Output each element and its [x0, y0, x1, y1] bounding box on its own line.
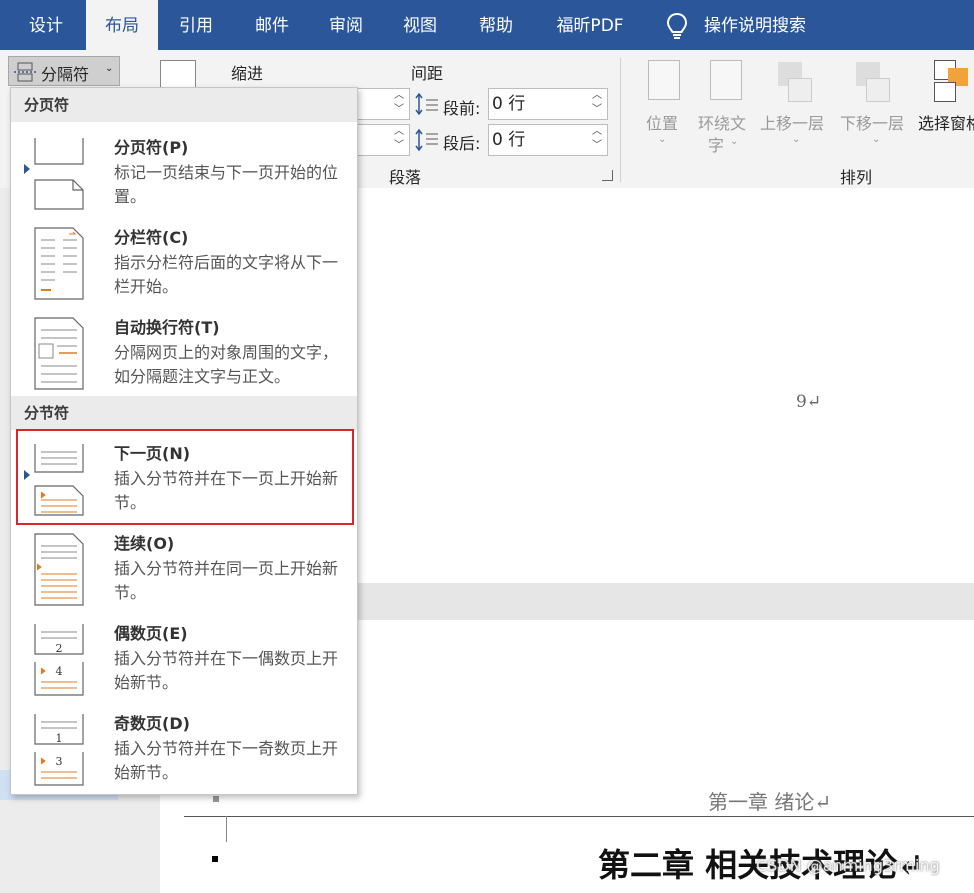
indent-right-input[interactable]: ︿ ﹀	[356, 124, 410, 156]
spacing-after-icon	[414, 128, 440, 152]
breaks-button[interactable]: 分隔符 ⌄	[8, 56, 120, 86]
breaks-button-label: 分隔符	[41, 65, 90, 84]
paragraph-dialog-launcher-icon[interactable]	[602, 170, 613, 181]
menu-item-desc: 分隔网页上的对象周围的文字，如分隔题注文字与正文。	[114, 343, 339, 386]
bring-forward-button[interactable]: 上移一层 ⌄	[760, 58, 836, 158]
menu-item-desc: 插入分节符并在下一页上开始新节。	[114, 469, 339, 512]
bring-forward-label: 上移一层	[760, 114, 825, 133]
position-label: 位置	[646, 114, 679, 133]
tab-mailings[interactable]: 邮件	[240, 0, 304, 50]
tab-help[interactable]: 帮助	[464, 0, 528, 50]
spacing-before-label: 段前:	[443, 99, 481, 118]
send-backward-icon-back	[866, 78, 890, 102]
paragraph-mark	[212, 856, 218, 862]
svg-text:3: 3	[56, 755, 63, 768]
menu-item-title: 偶数页(E)	[114, 624, 188, 643]
ribbon-tab-bar: 设计 布局 引用 邮件 审阅 视图 帮助 福昕PDF 操作说明搜索	[0, 0, 974, 50]
menu-item-desc: 插入分节符并在下一奇数页上开始新节。	[114, 739, 339, 782]
menu-item-next-page[interactable]: 下一页(N) 插入分节符并在下一页上开始新节。	[11, 434, 357, 524]
page-breaks-header: 分页符	[11, 88, 357, 122]
group-divider	[620, 58, 621, 182]
menu-item-title: 自动换行符(T)	[114, 318, 220, 337]
next-page-section-icon	[34, 444, 84, 516]
tab-design[interactable]: 设计	[14, 0, 78, 50]
text-wrapping-break-icon	[34, 317, 84, 390]
menu-item-title: 奇数页(D)	[114, 714, 190, 733]
menu-item-desc: 标记一页结束与下一页开始的位置。	[114, 163, 339, 206]
page-break-icon	[34, 138, 84, 210]
continuous-section-icon	[34, 533, 84, 606]
menu-item-desc: 指示分栏符后面的文字将从下一栏开始。	[114, 253, 339, 296]
page-break-icon	[14, 62, 36, 82]
menu-item-title: 连续(O)	[114, 534, 175, 553]
wrap-text-button[interactable]: 环绕文 字 ⌄	[696, 58, 756, 158]
chevron-down-icon: ⌄	[872, 134, 881, 145]
chevron-down-icon: ⌄	[730, 136, 739, 147]
anchor-mark	[213, 796, 219, 802]
bring-forward-icon-back	[788, 78, 812, 102]
menu-item-desc: 插入分节符并在同一页上开始新节。	[114, 559, 339, 602]
svg-text:4: 4	[56, 665, 63, 678]
menu-item-column-break[interactable]: 分栏符(C) 指示分栏符后面的文字将从下一栏开始。	[11, 218, 357, 308]
breaks-dropdown-menu: 分页符 分页符(P) 标记一页结束与下一页开始的位置。 分栏符(C) 指示分栏符…	[10, 87, 358, 795]
tab-references[interactable]: 引用	[164, 0, 228, 50]
wrap-text-label-2: 字	[708, 136, 725, 155]
send-backward-button[interactable]: 下移一层 ⌄	[838, 58, 914, 158]
menu-item-continuous[interactable]: 连续(O) 插入分节符并在同一页上开始新节。	[11, 524, 357, 614]
section-breaks-header: 分节符	[11, 396, 357, 430]
tell-me-search[interactable]: 操作说明搜索	[704, 0, 806, 50]
spacing-label: 间距	[411, 64, 444, 83]
odd-page-section-icon: 1 3	[34, 714, 84, 786]
menu-item-page-break[interactable]: 分页符(P) 标记一页结束与下一页开始的位置。	[11, 128, 357, 218]
spacing-after-label: 段后:	[443, 134, 481, 153]
tab-review[interactable]: 审阅	[314, 0, 378, 50]
send-backward-label: 下移一层	[840, 114, 905, 133]
tab-foxit-pdf[interactable]: 福昕PDF	[542, 0, 638, 50]
menu-item-title: 分栏符(C)	[114, 228, 189, 247]
wrap-text-icon	[710, 60, 742, 100]
spacing-before-input[interactable]: 0 行 ︿ ﹀	[488, 88, 608, 120]
menu-item-even-page[interactable]: 2 4 偶数页(E) 插入分节符并在下一偶数页上开始新节。	[11, 614, 357, 704]
header-divider	[184, 816, 974, 817]
menu-item-desc: 插入分节符并在下一偶数页上开始新节。	[114, 649, 339, 692]
column-break-icon	[34, 227, 84, 300]
tab-layout[interactable]: 布局	[86, 0, 158, 50]
selection-pane-label: 选择窗格	[918, 114, 974, 133]
tab-view[interactable]: 视图	[388, 0, 452, 50]
spacing-after-input[interactable]: 0 行 ︿ ﹀	[488, 124, 608, 156]
svg-text:2: 2	[56, 642, 63, 655]
menu-item-title: 下一页(N)	[114, 444, 191, 463]
spacing-before-icon	[414, 92, 440, 116]
header-text: 第一章 绪论↵	[708, 790, 832, 814]
menu-item-text-wrapping-break[interactable]: 自动换行符(T) 分隔网页上的对象周围的文字，如分隔题注文字与正文。	[11, 308, 357, 398]
chevron-down-icon: ⌄	[105, 63, 114, 74]
wrap-text-label: 环绕文	[698, 114, 747, 133]
spacing-before-value: 0 行	[492, 94, 526, 114]
spacing-after-value: 0 行	[492, 130, 526, 150]
page-number: 9↵	[796, 392, 822, 412]
chevron-down-icon: ⌄	[658, 134, 667, 145]
even-page-section-icon: 2 4	[34, 624, 84, 696]
menu-item-odd-page[interactable]: 1 3 奇数页(D) 插入分节符并在下一奇数页上开始新节。	[11, 704, 357, 794]
indent-label: 缩进	[231, 64, 264, 83]
selection-pane-button[interactable]: 选择窗格	[916, 58, 974, 158]
chevron-down-icon: ⌄	[792, 134, 801, 145]
position-button[interactable]: 位置 ⌄	[640, 58, 690, 158]
selection-pane-icon-lower	[934, 82, 956, 102]
indent-left-input[interactable]: ︿ ﹀	[356, 88, 410, 120]
arrange-group-label: 排列	[840, 168, 873, 187]
lightbulb-icon	[664, 11, 690, 41]
paragraph-group-label: 段落	[389, 168, 422, 187]
margin-mark	[226, 816, 227, 842]
position-icon	[648, 60, 680, 100]
watermark: CSDN @anming3rming	[756, 856, 940, 875]
svg-text:1: 1	[56, 732, 63, 745]
menu-item-title: 分页符(P)	[114, 138, 189, 157]
